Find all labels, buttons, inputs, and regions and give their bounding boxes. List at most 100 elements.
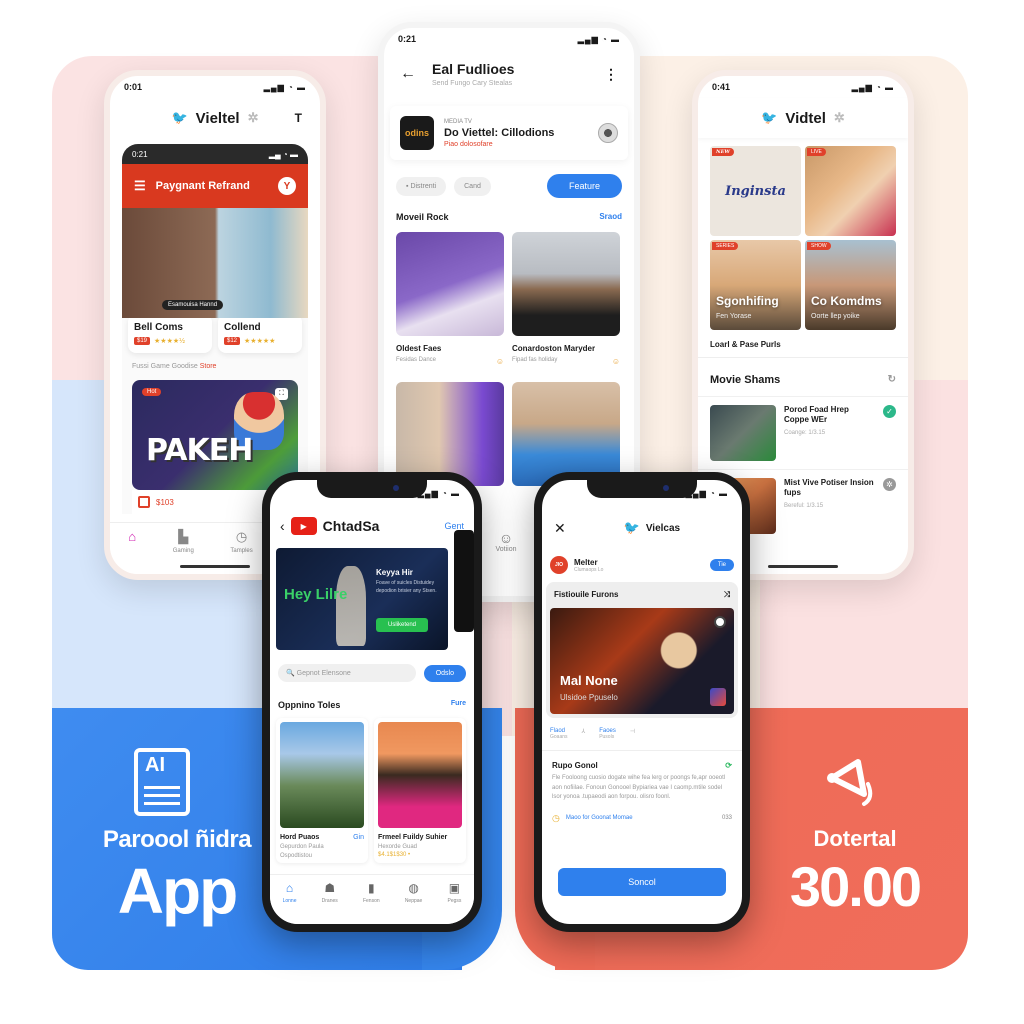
channel-logo: odins <box>400 116 434 150</box>
star-rating: ★★★★½ <box>154 338 185 345</box>
text-icon[interactable]: T <box>295 111 302 125</box>
emoji-icon[interactable]: ☺ <box>496 357 504 366</box>
gear-icon[interactable]: ✲ <box>883 478 896 491</box>
video-tile[interactable]: Conardoston Maryder Fipad fas holiday ☺ <box>512 232 620 366</box>
page-subtitle: Send Fungo Cary Stealas <box>432 80 513 87</box>
movie-meta: Coange: 1/3.15 <box>784 429 826 436</box>
banner-button[interactable]: Usliketend <box>376 618 429 632</box>
person-icon: ☗ <box>324 881 336 895</box>
price-tag: $19 <box>134 337 151 345</box>
tile-subtitle: Oorte llep yoike <box>811 313 860 320</box>
status-bar: 0:21 ▂▄▆ ◔ ▬ <box>384 28 634 50</box>
section-title: Oppnino Toles <box>278 700 341 710</box>
content-tile[interactable]: LIVE <box>805 146 896 236</box>
settings-icon[interactable]: ✲ <box>834 110 845 126</box>
signal-icons: ▂▄▆ ◔ ▬ <box>263 82 306 92</box>
emoji-icon[interactable]: ☺ <box>612 357 620 366</box>
avatar[interactable] <box>598 123 618 143</box>
search-input[interactable]: 🔍 Gepnot Elensone <box>278 664 416 682</box>
video-title: Mal None <box>560 673 618 688</box>
hero-photo[interactable]: Esamouisa Hannd <box>122 208 308 318</box>
card-subtitle: Hexorde Guad <box>378 844 418 850</box>
app-title: ChtadSa <box>322 518 380 534</box>
product-card[interactable]: Collend $12 ★★★★★ <box>218 314 302 353</box>
search-button[interactable]: Odslo <box>423 664 466 682</box>
menu-icon[interactable]: ☰ <box>134 178 146 194</box>
more-options-icon[interactable]: ⋮ <box>604 66 618 83</box>
record-icon[interactable] <box>714 616 726 628</box>
section-link[interactable]: Fure <box>451 700 466 710</box>
close-icon[interactable]: ✕ <box>554 520 566 537</box>
filter-chips: ▪ Distrenti Cand Feature <box>384 160 634 206</box>
app-header: 🐦 Vieltel ✲ T <box>110 98 320 138</box>
settings-icon[interactable]: ✲ <box>248 110 259 126</box>
layout-icon: ▣ <box>448 881 461 895</box>
promo-banner[interactable]: Hey Lilre Keyya Hir Foave of suicles Dis… <box>276 548 448 650</box>
movie-row[interactable]: Porod Foad Hrep Coppe WEr Coange: 1/3.15 ✓ <box>698 396 908 469</box>
poster-title: Inginsta <box>725 183 786 199</box>
hot-badge: Hot <box>142 388 162 396</box>
game-price: $103 <box>156 497 174 507</box>
card-price: $4.1$1$30 • <box>378 852 411 858</box>
section-link[interactable]: Store <box>200 363 217 370</box>
signal-icons: ▂▄▆ ◔ ▬ <box>577 34 620 44</box>
card-link[interactable]: Gin <box>353 834 364 841</box>
more-link[interactable]: Maoo for Goonat Momae <box>566 815 633 821</box>
movie-title: Mist Vive Potiser Insion fups <box>784 478 874 498</box>
gamepad-icon: ▙ <box>178 529 189 544</box>
primary-action-button[interactable]: Soncol <box>558 868 726 896</box>
sync-icon[interactable]: ⟳ <box>725 761 732 770</box>
amount-value: 30.00 <box>789 855 922 918</box>
more-row[interactable]: ◷ Maoo for Goonat Momae 033 <box>552 813 732 824</box>
home-indicator <box>180 565 250 568</box>
video-tile[interactable] <box>512 382 620 486</box>
content-tile[interactable]: SHOW Co Komdms Oorte llep yoike <box>805 240 896 330</box>
nav-home[interactable]: ⌂ <box>128 529 136 574</box>
nav-fenson[interactable]: ▮ Fenson <box>363 881 380 924</box>
channel-card[interactable]: odins MEDIA TV Do Viettel: Cillodions Piao… <box>390 106 628 160</box>
back-chevron-icon[interactable]: ‹ <box>280 518 285 534</box>
notch <box>317 480 427 498</box>
quick-links: Flaod Goaans ⅄ Faoes Pusols ⊣ <box>542 718 742 751</box>
banner-heading: Keyya Hir <box>376 568 413 577</box>
doc-line <box>144 786 180 789</box>
next-banner[interactable] <box>454 530 474 632</box>
card-image <box>378 722 462 828</box>
tile-badge: LIVE <box>807 148 826 156</box>
card-title: Frmeel Fuildy Suhier <box>378 834 448 841</box>
chip-filter[interactable]: Cand <box>454 176 491 196</box>
nav-label: Tamples <box>230 548 253 554</box>
game-banner[interactable]: Hot ⛶ PAKEH <box>132 380 298 490</box>
product-card[interactable]: Bell Coms $19 ★★★★½ <box>128 314 212 353</box>
app-title: Vidtel <box>785 109 826 127</box>
video-tile[interactable] <box>396 382 504 486</box>
status-time: 0:01 <box>124 82 143 92</box>
chip-filter[interactable]: ▪ Distrenti <box>396 176 447 196</box>
content-grid: NEW Inginsta LIVE SERIES Sgonhifing Fen Yor… <box>698 138 908 330</box>
video-thumbnail <box>512 382 620 486</box>
feature-button[interactable]: Feature <box>546 174 622 198</box>
content-tile[interactable]: NEW Inginsta <box>710 146 801 236</box>
refresh-icon[interactable]: ↻ <box>888 374 896 386</box>
section-link[interactable]: Sraod <box>599 212 622 222</box>
check-icon[interactable]: ✓ <box>883 405 896 418</box>
quick-link[interactable]: Faoes Pusols <box>599 728 616 740</box>
nav-dranes[interactable]: ☗ Dranes <box>322 881 338 924</box>
side-tab[interactable]: ☺ Votiion <box>480 530 532 553</box>
content-card[interactable]: Frmeel Fuildy Suhier Hexorde Guad $4.1$1$3… <box>374 718 466 863</box>
back-arrow-icon[interactable]: ← <box>400 65 416 83</box>
ai-document-icon: AI <box>134 748 190 816</box>
profile-icon[interactable]: Y <box>278 177 296 195</box>
phone-vielcas-app: ▂▄▆ ◔ ▬ ✕ 🐦 Vielcas JIO Melter Clumaops Lo… <box>534 472 750 932</box>
account-button[interactable]: Tie <box>709 559 734 571</box>
nav-neppae[interactable]: ◍ Neppae <box>405 881 423 924</box>
shuffle-icon[interactable]: ⤨ <box>724 590 730 600</box>
featured-video[interactable]: Mal None Ulsidoe Ppuselo <box>550 608 734 714</box>
quick-link[interactable]: Flaod Goaans <box>550 728 568 740</box>
content-tile[interactable]: SERIES Sgonhifing Fen Yorase <box>710 240 801 330</box>
section-header: Oppnino Toles Fure <box>270 682 474 718</box>
video-tile[interactable]: Oldest Faes Fesidas Dance ☺ <box>396 232 504 366</box>
bird-logo-icon: 🐦 <box>761 110 778 125</box>
nav-pegss[interactable]: ▣ Pegss <box>448 881 462 924</box>
status-time: 0:41 <box>712 82 731 92</box>
